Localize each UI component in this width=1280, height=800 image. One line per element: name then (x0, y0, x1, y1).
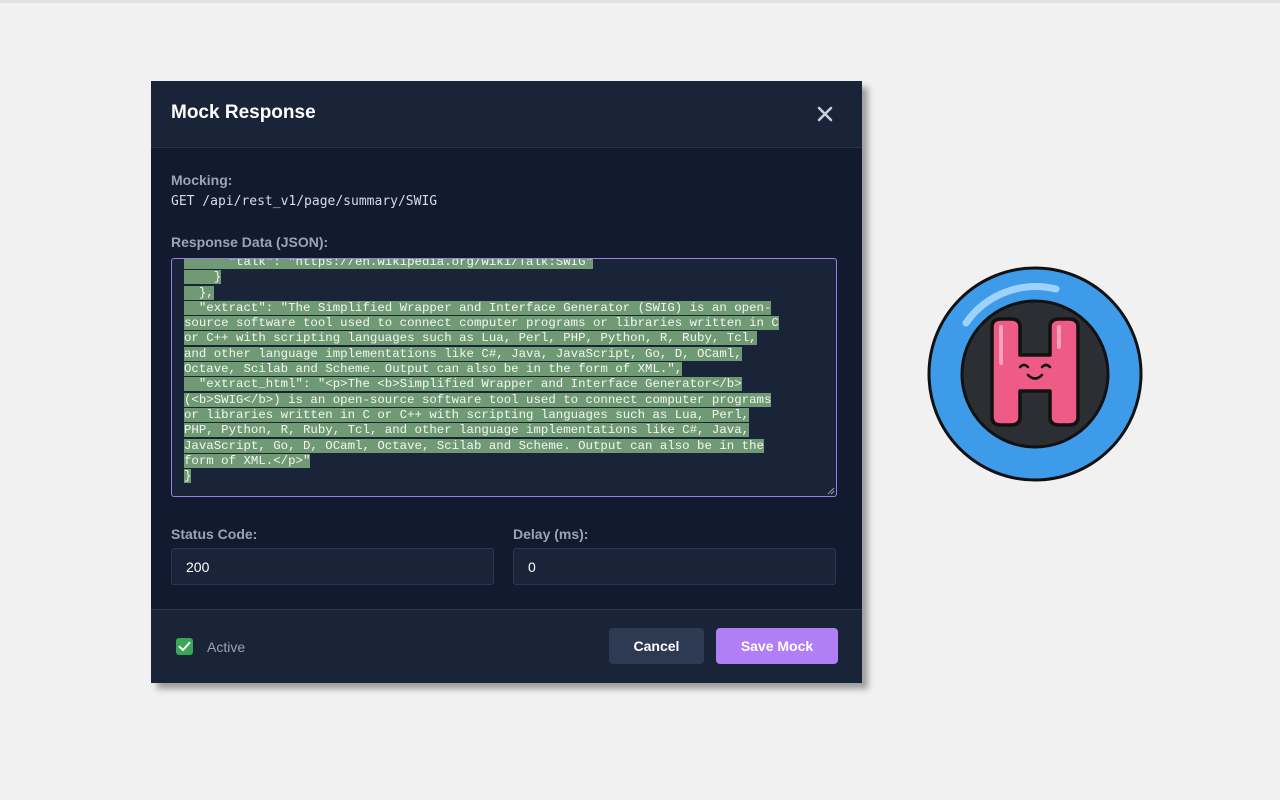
status-code-input[interactable] (171, 548, 494, 585)
mocking-label: Mocking: (171, 172, 233, 188)
h-logo-icon (927, 266, 1143, 482)
json-line: (<b>SWIG</b>) is an open-source software… (184, 392, 772, 407)
json-line: }, (184, 285, 214, 300)
response-json-text: "talk": "https://en.wikipedia.org/wiki/T… (184, 259, 779, 484)
delay-input[interactable] (513, 548, 836, 585)
active-label: Active (207, 639, 246, 655)
response-data-textarea[interactable]: "talk": "https://en.wikipedia.org/wiki/T… (171, 258, 837, 497)
mock-response-modal: Mock Response Mocking: GET /api/rest_v1/… (151, 81, 862, 683)
checkmark-icon (178, 641, 191, 651)
json-line: "extract": "The Simplified Wrapper and I… (184, 300, 772, 315)
response-data-label: Response Data (JSON): (171, 234, 329, 250)
modal-footer: Active Cancel Save Mock (151, 609, 862, 683)
modal-header: Mock Response (151, 81, 862, 148)
active-checkbox[interactable] (176, 638, 193, 655)
json-line: or C++ with scripting languages such as … (184, 331, 757, 346)
close-icon (817, 106, 833, 122)
json-line: "extract_html": "<p>The <b>Simplified Wr… (184, 377, 742, 392)
json-line: or libraries written in C or C++ with sc… (184, 407, 750, 422)
json-line: form of XML.</p>" (184, 453, 311, 468)
json-line: and other language implementations like … (184, 346, 742, 361)
mocking-endpoint: GET /api/rest_v1/page/summary/SWIG (171, 194, 438, 209)
modal-title: Mock Response (171, 102, 316, 123)
json-line: PHP, Python, R, Ruby, Tcl, and other lan… (184, 423, 750, 438)
delay-label: Delay (ms): (513, 526, 589, 542)
json-line: } (184, 469, 192, 484)
status-code-label: Status Code: (171, 526, 258, 542)
save-mock-button[interactable]: Save Mock (716, 628, 838, 664)
json-line: Octave, Scilab and Scheme. Output can al… (184, 362, 683, 377)
close-button[interactable] (814, 103, 836, 125)
json-line: } (184, 270, 222, 285)
json-line: JavaScript, Go, D, OCaml, Octave, Scilab… (184, 438, 764, 453)
resize-handle-icon[interactable] (827, 487, 835, 495)
json-line: source software tool used to connect com… (184, 316, 779, 331)
top-edge (0, 0, 1280, 3)
json-line: "talk": "https://en.wikipedia.org/wiki/T… (184, 259, 779, 270)
cancel-button[interactable]: Cancel (609, 628, 704, 664)
